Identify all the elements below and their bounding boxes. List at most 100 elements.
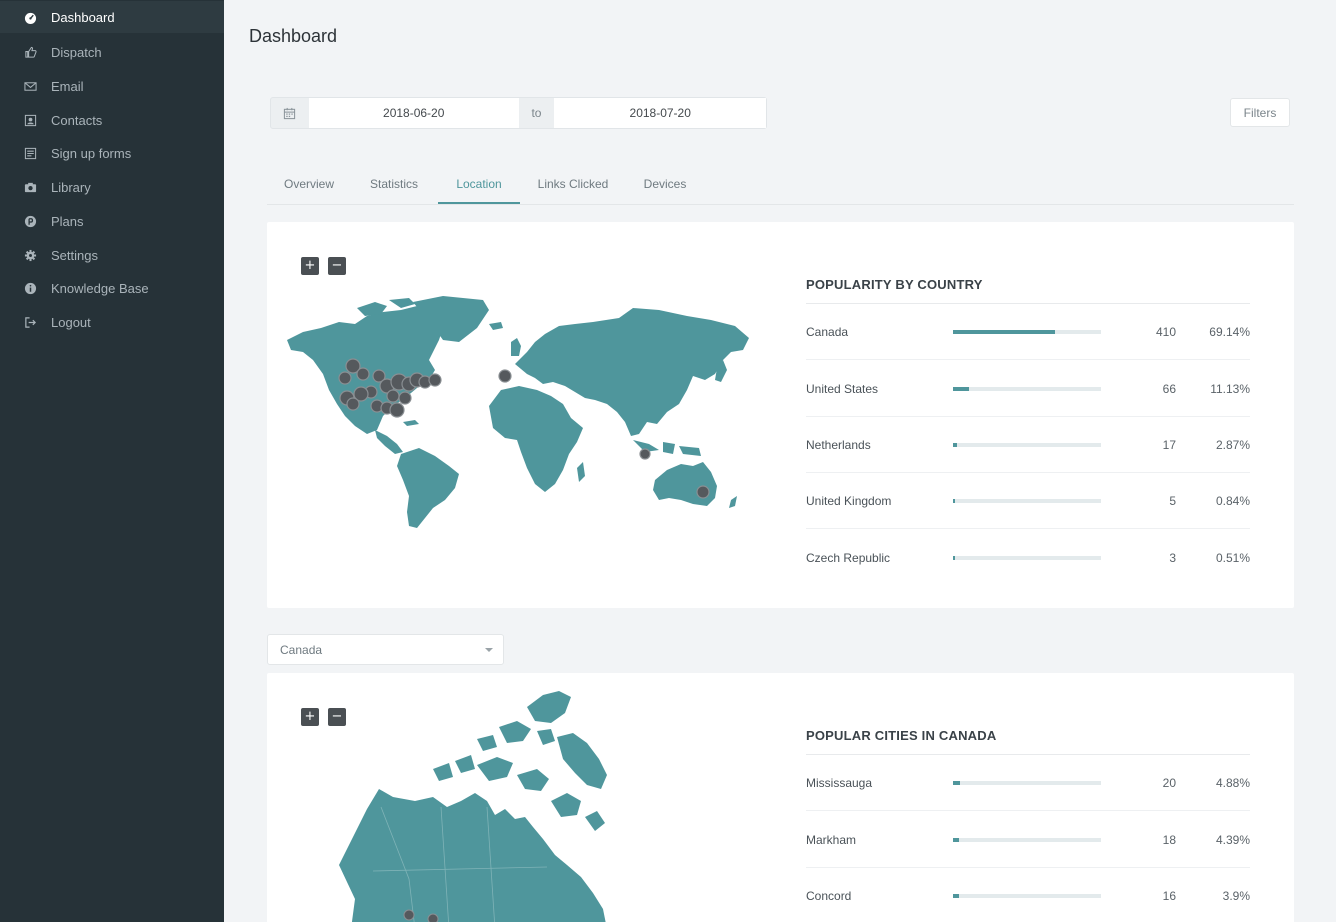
sidebar-item-plans[interactable]: Plans [0,205,224,237]
sidebar: Dashboard Dispatch Email Contacts Sign u… [0,0,224,922]
country-select[interactable]: Canada [267,634,504,665]
country-progress-fill [953,330,1056,334]
city-count: 20 [1162,776,1176,790]
country-percent: 0.51% [1215,551,1250,565]
city-row[interactable]: Concord 16 3.9% [806,868,1250,922]
city-progress-fill [953,781,961,785]
date-range-picker: to [270,97,767,129]
sidebar-item-knowledge-base[interactable]: Knowledge Base [0,272,224,304]
country-count: 3 [1169,551,1176,565]
country-row[interactable]: Netherlands 17 2.87% [806,417,1250,473]
form-icon [24,147,37,160]
tab-statistics[interactable]: Statistics [357,168,431,204]
country-row[interactable]: Czech Republic 3 0.51% [806,530,1250,586]
dashboard-icon [24,11,37,24]
sidebar-item-library[interactable]: Library [0,171,224,203]
tab-bar: Overview Statistics Location Links Click… [267,168,1294,205]
country-row[interactable]: Canada 410 69.14% [806,304,1250,360]
city-name: Mississauga [806,776,873,790]
page-title: Dashboard [249,26,338,46]
country-name: United States [806,382,879,396]
world-map[interactable] [283,294,755,530]
city-percent: 3.9% [1222,889,1250,903]
country-count: 66 [1162,382,1176,396]
country-popularity-card: + − POPULARITY BY COUNTRY Canada 410 69.… [267,222,1294,608]
country-progress-bar [953,387,1101,391]
zoom-in-button[interactable]: + [301,708,319,726]
sidebar-item-label: Logout [51,314,91,330]
country-percent: 11.13% [1210,382,1250,396]
tab-location[interactable]: Location [438,168,520,204]
tab-links-clicked[interactable]: Links Clicked [529,168,617,204]
country-progress-fill [953,443,958,447]
thumbs-up-icon [24,46,37,59]
city-name: Concord [806,889,852,903]
city-count: 18 [1162,833,1176,847]
chevron-down-icon [485,648,493,652]
country-row[interactable]: United States 66 11.13% [806,361,1250,417]
city-row[interactable]: Markham 18 4.39% [806,812,1250,868]
sidebar-item-settings[interactable]: Settings [0,239,224,271]
city-popularity-card: + − POPULAR CITIES IN CANADA Mississauga… [267,673,1294,922]
date-range-separator: to [531,106,542,120]
zoom-out-button[interactable]: − [328,257,346,275]
sidebar-item-label: Dispatch [51,44,102,60]
date-to-input[interactable] [554,98,766,128]
country-progress-bar [953,330,1101,334]
country-stats-title: POPULARITY BY COUNTRY [806,277,983,292]
city-count: 16 [1162,889,1176,903]
logout-icon [24,316,37,329]
zoom-in-button[interactable]: + [301,257,319,275]
city-progress-fill [953,838,960,842]
calendar-icon[interactable] [271,98,309,128]
country-name: United Kingdom [806,494,892,508]
city-progress-bar [953,894,1101,898]
sidebar-item-contacts[interactable]: Contacts [0,104,224,136]
sidebar-item-label: Library [51,179,91,195]
city-percent: 4.88% [1215,776,1250,790]
country-count: 17 [1162,438,1176,452]
country-percent: 69.14% [1209,325,1250,339]
country-progress-fill [953,387,970,391]
sidebar-item-logout[interactable]: Logout [0,306,224,338]
country-select-value: Canada [280,643,323,657]
camera-icon [24,181,37,194]
info-icon [24,282,37,295]
country-progress-bar [953,556,1101,560]
city-row[interactable]: Mississauga 20 4.88% [806,755,1250,811]
filters-button[interactable]: Filters [1230,98,1290,127]
plan-coin-icon [24,215,37,228]
sidebar-item-dispatch[interactable]: Dispatch [0,36,224,68]
sidebar-item-label: Plans [51,213,84,229]
city-progress-fill [953,894,959,898]
city-name: Markham [806,833,857,847]
canada-map[interactable] [337,689,677,922]
sidebar-item-label: Settings [51,247,98,263]
sidebar-item-label: Contacts [51,112,103,128]
country-count: 410 [1155,325,1176,339]
country-name: Czech Republic [806,551,891,565]
sidebar-item-label: Dashboard [51,9,115,25]
tab-devices[interactable]: Devices [633,168,697,204]
city-progress-bar [953,838,1101,842]
country-row[interactable]: United Kingdom 5 0.84% [806,473,1250,529]
sidebar-item-email[interactable]: Email [0,70,224,102]
country-progress-fill [953,556,955,560]
country-name: Netherlands [806,438,871,452]
date-from-input[interactable] [308,98,519,128]
city-progress-bar [953,781,1101,785]
gear-icon [24,249,37,262]
envelope-icon [24,80,37,93]
city-percent: 4.39% [1215,833,1250,847]
country-progress-bar [953,443,1101,447]
country-name: Canada [806,325,849,339]
tab-overview[interactable]: Overview [267,168,351,204]
contact-card-icon [24,114,37,127]
sidebar-item-label: Knowledge Base [51,280,149,296]
country-progress-bar [953,499,1101,503]
city-stats-title: POPULAR CITIES IN CANADA [806,728,997,743]
sidebar-item-signup-forms[interactable]: Sign up forms [0,137,224,169]
country-count: 5 [1169,494,1176,508]
country-progress-fill [953,499,955,503]
sidebar-item-dashboard[interactable]: Dashboard [0,1,224,33]
